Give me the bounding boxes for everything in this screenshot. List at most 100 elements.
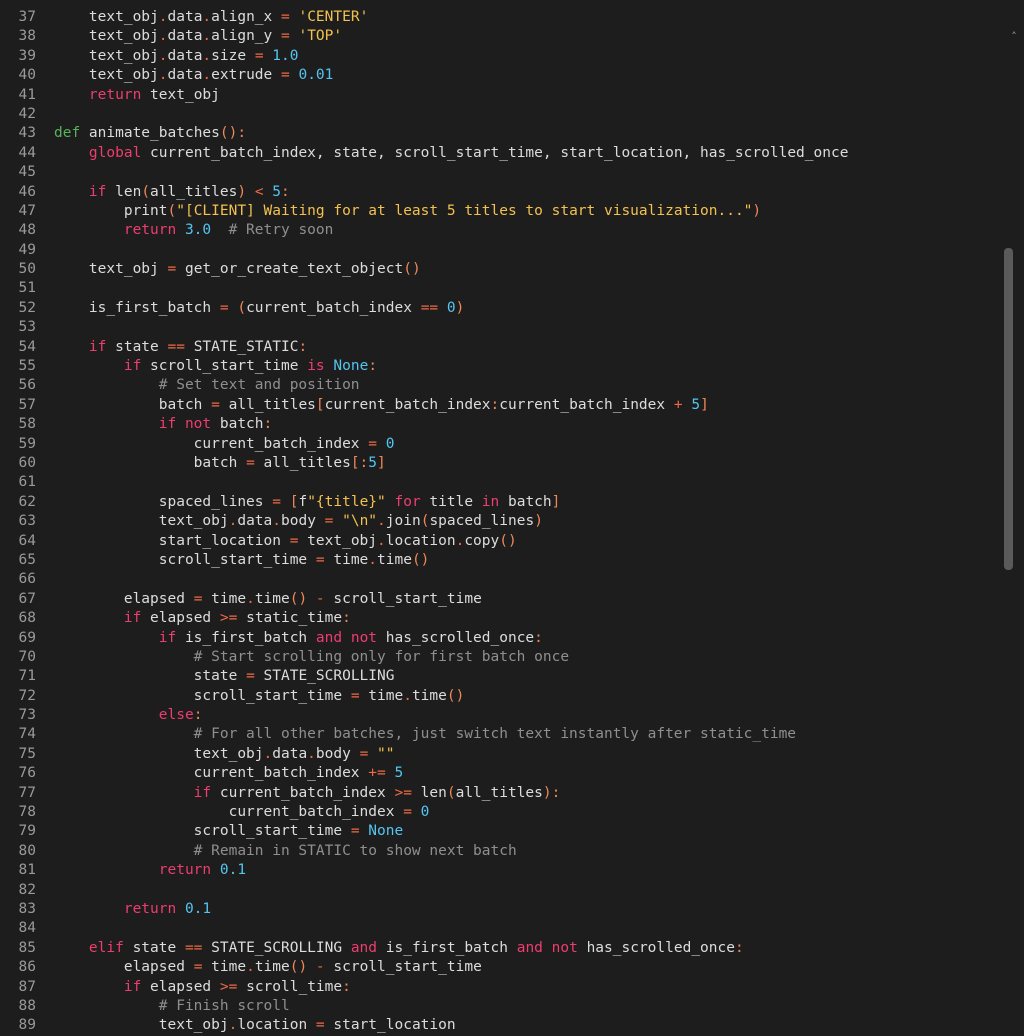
line-number: 66 bbox=[18, 571, 36, 588]
code-line[interactable]: 45 bbox=[0, 163, 1004, 182]
code-token: if bbox=[54, 784, 212, 801]
code-line[interactable]: 50 text_obj = get_or_create_text_object(… bbox=[0, 260, 1004, 279]
code-line[interactable]: 70 # Start scrolling only for first batc… bbox=[0, 648, 1004, 667]
code-line[interactable]: 64 start_location = text_obj.location.co… bbox=[0, 532, 1004, 551]
code-token: ) bbox=[752, 202, 762, 219]
code-line[interactable]: 60 batch = all_titles[:5] bbox=[0, 454, 1004, 473]
code-line[interactable]: 78 current_batch_index = 0 bbox=[0, 803, 1004, 822]
code-text: state = STATE_SCROLLING bbox=[54, 667, 395, 686]
code-token: scroll_start_time bbox=[54, 687, 351, 704]
code-line[interactable]: 67 elapsed = time.time() - scroll_start_… bbox=[0, 590, 1004, 609]
line-number: 64 bbox=[18, 532, 36, 549]
code-line[interactable]: 51 bbox=[0, 279, 1004, 298]
code-line[interactable]: 37 text_obj.data.align_x = 'CENTER' bbox=[0, 8, 1004, 27]
code-line[interactable]: 40 text_obj.data.extrude = 0.01 bbox=[0, 66, 1004, 85]
code-token: = bbox=[281, 28, 290, 45]
code-token: is_first_batch bbox=[176, 629, 316, 646]
code-token: elapsed bbox=[141, 978, 220, 995]
code-token: : bbox=[534, 629, 543, 646]
code-line[interactable]: 43 def animate_batches(): bbox=[0, 124, 1004, 143]
code-line[interactable]: 83 return 0.1 bbox=[0, 900, 1004, 919]
code-token: ] bbox=[700, 396, 709, 413]
code-line[interactable]: 82 bbox=[0, 881, 1004, 900]
code-line[interactable]: 56 # Set text and position bbox=[0, 376, 1004, 395]
code-line[interactable]: 73 else: bbox=[0, 706, 1004, 725]
text-editor[interactable]: 37 text_obj.data.align_x = 'CENTER' 38 te… bbox=[0, 0, 1004, 1033]
code-token: = bbox=[403, 804, 412, 821]
code-line[interactable]: 85 elif state == STATE_SCROLLING and is_… bbox=[0, 939, 1004, 958]
code-token: = bbox=[368, 435, 378, 452]
code-line[interactable]: 68 if elapsed >= static_time: bbox=[0, 609, 1004, 628]
scrollbar-thumb[interactable] bbox=[1004, 248, 1013, 570]
code-token: return bbox=[54, 900, 177, 917]
code-token: . bbox=[246, 959, 255, 976]
chevron-up-icon[interactable]: ˄ bbox=[1007, 30, 1021, 44]
code-line[interactable]: 44 global current_batch_index, state, sc… bbox=[0, 144, 1004, 163]
code-text: elapsed = time.time() - scroll_start_tim… bbox=[54, 590, 482, 609]
code-line[interactable]: 66 bbox=[0, 570, 1004, 589]
code-line[interactable]: 86 elapsed = time.time() - scroll_start_… bbox=[0, 958, 1004, 977]
code-line[interactable]: 81 return 0.1 bbox=[0, 861, 1004, 880]
code-token: # Remain in STATIC to show next batch bbox=[54, 842, 517, 859]
code-line[interactable]: 55 if scroll_start_time is None: bbox=[0, 357, 1004, 376]
code-token: . bbox=[158, 28, 168, 45]
code-token: if bbox=[54, 183, 107, 200]
code-line[interactable]: 47 print("[CLIENT] Waiting for at least … bbox=[0, 202, 1004, 221]
code-line[interactable]: 53 bbox=[0, 318, 1004, 337]
code-token: : bbox=[734, 939, 744, 956]
code-line[interactable]: 48 return 3.0 # Retry soon bbox=[0, 221, 1004, 240]
code-text: # Remain in STATIC to show next batch bbox=[54, 842, 517, 861]
code-line[interactable]: 46 if len(all_titles) < 5: bbox=[0, 183, 1004, 202]
code-line[interactable]: 61 bbox=[0, 473, 1004, 492]
code-line[interactable]: 59 current_batch_index = 0 bbox=[0, 435, 1004, 454]
code-token: if bbox=[54, 978, 142, 995]
code-line[interactable]: 62 spaced_lines = [f"{title}" for title … bbox=[0, 493, 1004, 512]
code-line[interactable]: 41 return text_obj bbox=[0, 86, 1004, 105]
code-line[interactable]: 57 batch = all_titles[current_batch_inde… bbox=[0, 396, 1004, 415]
line-number: 39 bbox=[18, 47, 36, 64]
code-line[interactable]: 80 # Remain in STATIC to show next batch bbox=[0, 842, 1004, 861]
code-line[interactable]: 75 text_obj.data.body = "" bbox=[0, 745, 1004, 764]
code-line[interactable]: 84 bbox=[0, 919, 1004, 938]
code-token: all_titles bbox=[254, 454, 351, 471]
code-line[interactable]: 63 text_obj.data.body = "\n".join(spaced… bbox=[0, 512, 1004, 531]
code-line[interactable]: 58 if not batch: bbox=[0, 415, 1004, 434]
code-text: if is_first_batch and not has_scrolled_o… bbox=[54, 629, 543, 648]
code-token: () bbox=[403, 261, 421, 278]
code-line[interactable]: 88 # Finish scroll bbox=[0, 997, 1004, 1016]
code-line[interactable]: 38 text_obj.data.align_y = 'TOP' bbox=[0, 27, 1004, 46]
line-number: 56 bbox=[18, 377, 36, 394]
code-text: text_obj.data.body = "" bbox=[54, 745, 395, 764]
code-line[interactable]: 76 current_batch_index += 5 bbox=[0, 764, 1004, 783]
code-line[interactable]: 72 scroll_start_time = time.time() bbox=[0, 687, 1004, 706]
code-token: get_or_create_text_object bbox=[176, 261, 404, 278]
code-token: >= bbox=[219, 978, 238, 995]
code-line[interactable]: 77 if current_batch_index >= len(all_tit… bbox=[0, 784, 1004, 803]
line-number: 79 bbox=[18, 823, 36, 840]
code-line[interactable]: 79 scroll_start_time = None bbox=[0, 822, 1004, 841]
code-token: ( bbox=[167, 202, 177, 219]
code-text: if elapsed >= scroll_time: bbox=[54, 978, 351, 997]
code-token: time bbox=[202, 959, 247, 976]
code-token: extrude bbox=[211, 67, 281, 84]
code-token: not bbox=[176, 416, 212, 433]
code-text: def animate_batches(): bbox=[54, 124, 246, 143]
code-line[interactable]: 49 bbox=[0, 241, 1004, 260]
line-number: 80 bbox=[18, 842, 36, 859]
code-token: text_obj bbox=[298, 532, 378, 549]
code-line[interactable]: 42 bbox=[0, 105, 1004, 124]
code-line[interactable]: 65 scroll_start_time = time.time() bbox=[0, 551, 1004, 570]
line-number: 86 bbox=[18, 959, 36, 976]
line-number: 78 bbox=[18, 804, 36, 821]
code-line[interactable]: 69 if is_first_batch and not has_scrolle… bbox=[0, 629, 1004, 648]
code-line[interactable]: 52 is_first_batch = (current_batch_index… bbox=[0, 299, 1004, 318]
code-line[interactable]: 74 # For all other batches, just switch … bbox=[0, 725, 1004, 744]
code-line[interactable]: 87 if elapsed >= scroll_time: bbox=[0, 978, 1004, 997]
code-token: 0 bbox=[411, 804, 430, 821]
code-line[interactable]: 71 state = STATE_SCROLLING bbox=[0, 667, 1004, 686]
code-token: ( bbox=[141, 183, 151, 200]
code-line[interactable]: 89 text_obj.location = start_location bbox=[0, 1016, 1004, 1035]
code-line[interactable]: 54 if state == STATE_STATIC: bbox=[0, 338, 1004, 357]
code-token: 5 bbox=[263, 183, 282, 200]
code-line[interactable]: 39 text_obj.data.size = 1.0 bbox=[0, 47, 1004, 66]
